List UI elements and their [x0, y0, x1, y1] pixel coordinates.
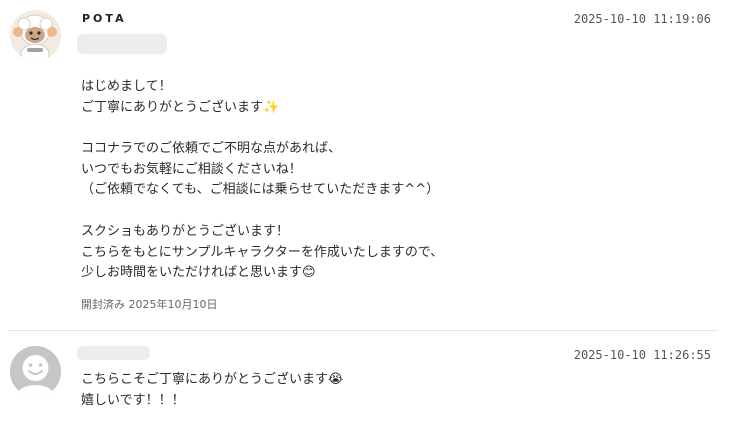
- sender-name-placeholder: [77, 346, 150, 360]
- sender-subtitle-placeholder: [77, 34, 167, 54]
- message-timestamp: 2025-10-10 11:26:55: [573, 348, 711, 362]
- cartoon-sheep-character-icon[interactable]: [10, 10, 61, 61]
- smiling-face-icon: 😊: [302, 265, 316, 281]
- message-item: POTA 2025-10-10 11:19:06 はじめまして！ ご丁寧にありが…: [0, 0, 731, 330]
- message-line: スクショもありがとうございます！: [81, 223, 290, 239]
- message-item: 2025-10-10 11:26:55 こちらこそご丁寧にありがとうございます😭…: [0, 331, 731, 427]
- message-timestamp: 2025-10-10 11:19:06: [573, 12, 711, 26]
- default-user-avatar-icon[interactable]: [10, 346, 61, 397]
- message-line: 少しお時間をいただければと思います😊: [81, 265, 316, 281]
- message-line: こちらこそご丁寧にありがとうございます😭: [81, 372, 344, 387]
- message-line-blank: [81, 118, 443, 139]
- message-line: はじめまして！: [81, 79, 172, 94]
- read-status: 開封済み 2025年10月10日: [81, 298, 218, 311]
- message-line: いつでもお気軽にご相談くださいね！: [81, 161, 302, 177]
- message-line: 嬉しいです！！！: [81, 392, 185, 408]
- message-line: ご丁寧にありがとうございます✨: [81, 99, 280, 115]
- message-line: ココナラでのご依頼でご不明な点があれば、: [81, 141, 342, 157]
- sender-name[interactable]: POTA: [82, 12, 127, 25]
- message-body: こちらこそご丁寧にありがとうございます😭 嬉しいです！！！: [81, 370, 343, 411]
- sparkles-icon: ✨: [263, 99, 280, 115]
- message-thread: POTA 2025-10-10 11:19:06 はじめまして！ ご丁寧にありが…: [0, 0, 731, 427]
- message-body: はじめまして！ ご丁寧にありがとうございます✨ ココナラでのご依頼でご不明な点が…: [81, 77, 443, 284]
- message-line: （ご依頼でなくても、ご相談には乗らせていただきます^^）: [81, 182, 440, 198]
- message-line: こちらをもとにサンプルキャラクターを作成いたしますので、: [81, 244, 444, 260]
- message-line-blank: [81, 201, 443, 222]
- crying-face-icon: 😭: [328, 372, 344, 387]
